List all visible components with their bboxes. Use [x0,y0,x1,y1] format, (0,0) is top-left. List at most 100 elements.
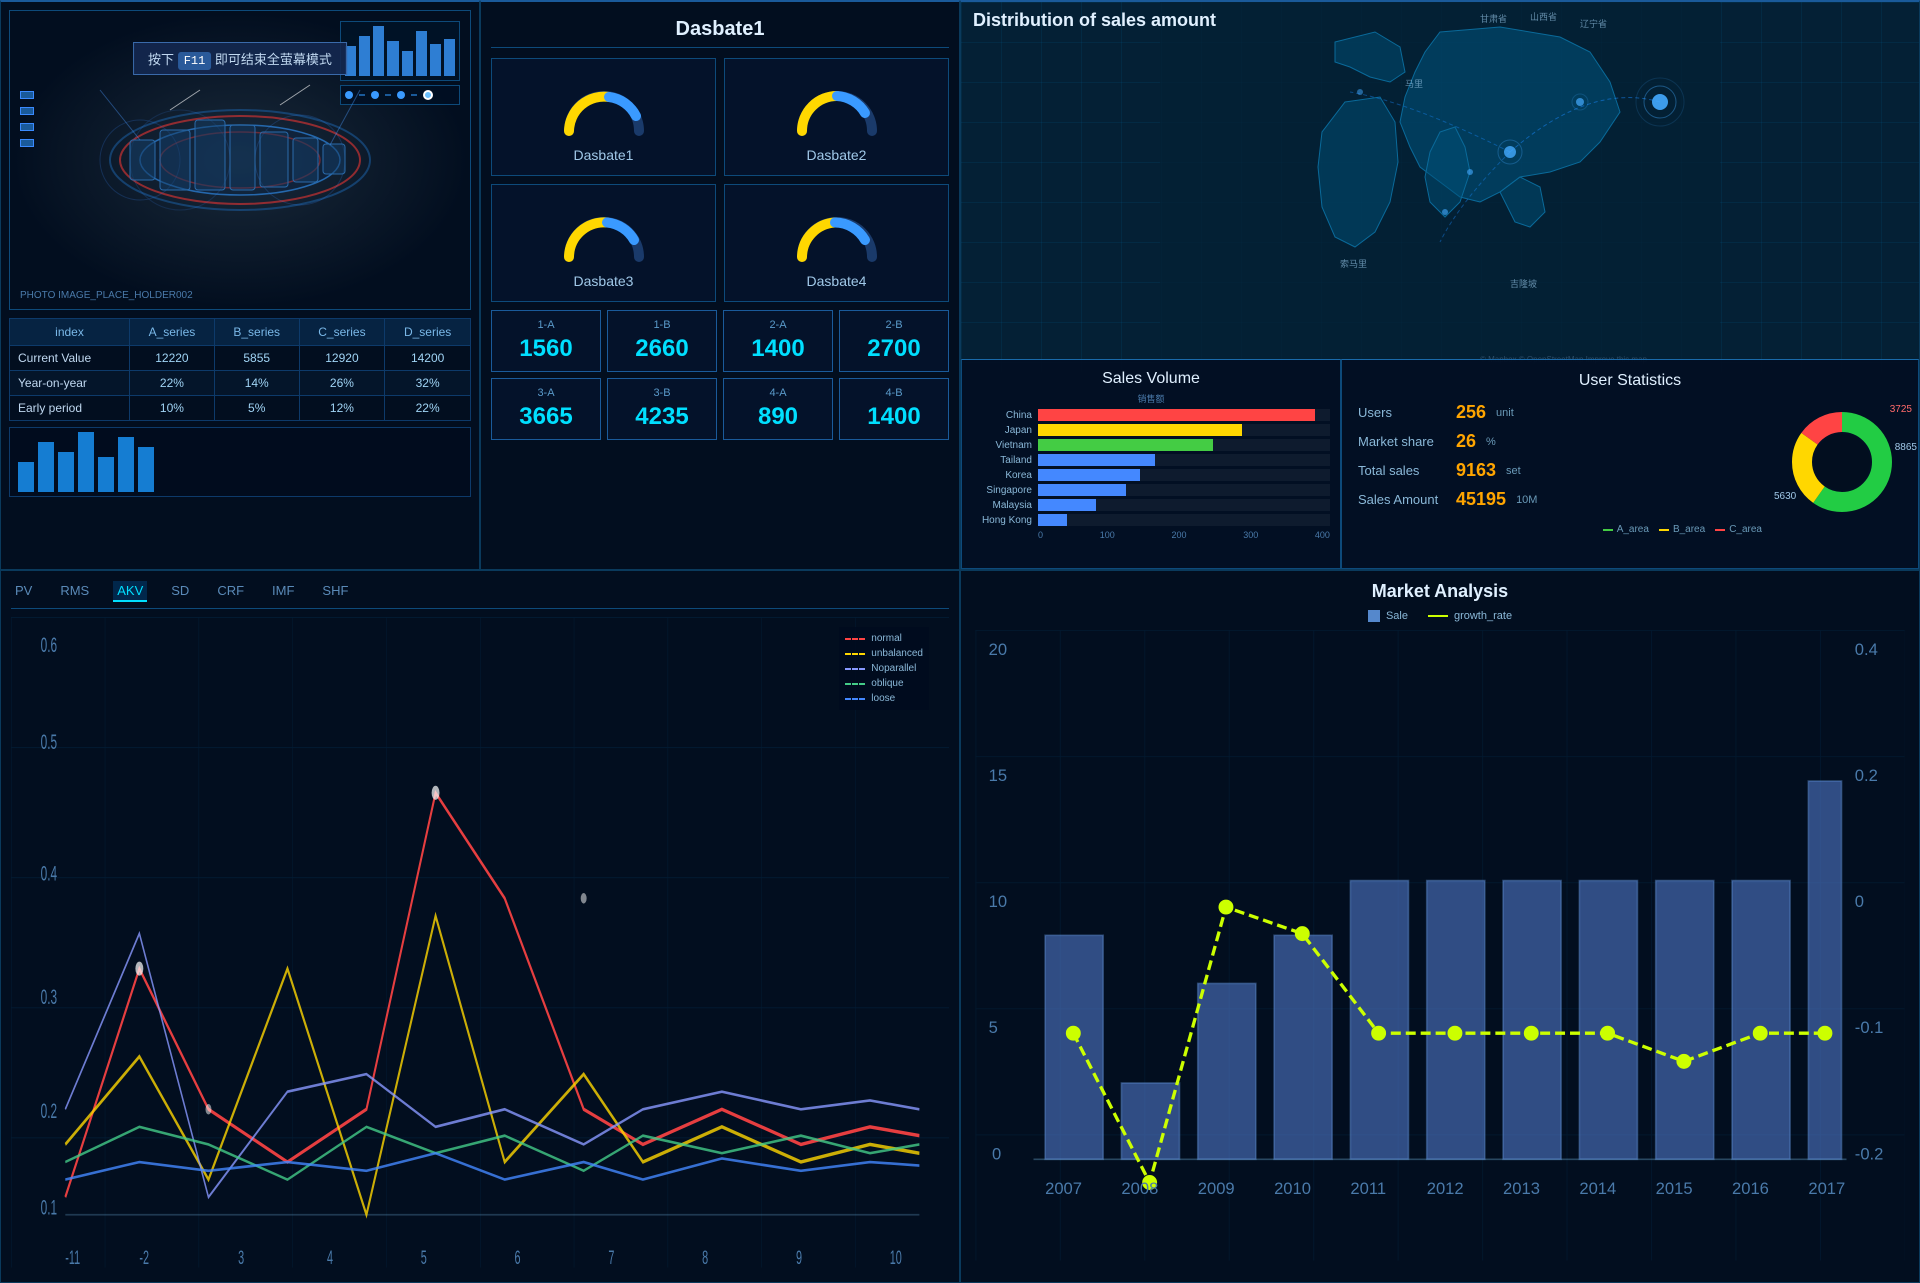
total-sales-value: 9163 [1456,460,1496,481]
bar-country-label: Japan [972,425,1032,436]
gauge-3-svg [554,197,654,267]
bar-fill [1038,424,1242,436]
svg-text:2007: 2007 [1045,1179,1082,1198]
market-legend: Sale growth_rate [971,610,1909,622]
waveform-tab-sd[interactable]: SD [167,581,193,602]
waveform-tab-rms[interactable]: RMS [56,581,93,602]
legend-oblique-icon [845,683,865,685]
cell-value: 1400 [730,335,826,363]
svg-text:0.2: 0.2 [1855,766,1878,785]
table-header-cell: C_series [299,319,385,346]
users-row: Users 256 unit [1358,402,1762,423]
h-bar-row: Korea [972,469,1330,481]
slider-controls [20,91,34,147]
waveform-chart-area: 0.6 0.5 0.4 0.3 0.2 0.1 [11,617,949,1268]
bar-track [1038,424,1330,436]
donut-chart-container: 3725 5630 8865 [1782,402,1902,522]
table-header-cell: D_series [385,319,471,346]
svg-text:-2: -2 [139,1248,149,1268]
dasbate-title: Dasbate1 [491,12,949,48]
dasbate-panel: Dasbate1 Dasbate1 [480,0,960,570]
h-bar-row: Vietnam [972,439,1330,451]
cell-value: 3665 [498,403,594,431]
bar [138,447,154,492]
bar-track [1038,454,1330,466]
svg-text:7: 7 [608,1248,614,1268]
svg-text:9: 9 [796,1248,802,1268]
waveform-tab-shf[interactable]: SHF [318,581,352,602]
bar-track [1038,409,1330,421]
svg-text:0: 0 [992,1144,1001,1163]
legend-oblique: oblique [845,678,923,689]
waveform-svg: 0.6 0.5 0.4 0.3 0.2 0.1 [11,617,949,1268]
growth-icon [1428,615,1448,617]
gauge-grid: Dasbate1 Dasbate2 Dasbate3 [491,58,949,302]
tab-bar[interactable]: PV RMS AKV SD CRF IMF SHF [11,581,949,609]
svg-text:0.6: 0.6 [41,634,57,657]
map-svg: 甘肃省 山西省 辽宁省 马里 索马里 吉隆坡 © Mapbox © OpenSt… [961,2,1919,372]
market-share-label: Market share [1358,434,1448,449]
waveform-tab-crf[interactable]: CRF [213,581,248,602]
machine-svg [80,50,400,270]
gauge-label-3: Dasbate3 [574,273,634,289]
table-cell: 12220 [130,346,215,371]
total-sales-unit: set [1506,465,1521,477]
stats-list: Users 256 unit Market share 26 % Total s… [1358,402,1762,535]
cell-label: 1-B [614,319,710,331]
table-row: Year-on-year22%14%26%32% [10,371,471,396]
bar-country-label: Vietnam [972,440,1032,451]
svg-text:-0.2: -0.2 [1855,1144,1884,1163]
slider-btn-4[interactable] [20,139,34,147]
slider-active-dot[interactable] [423,90,433,100]
waveform-tab-pv[interactable]: PV [11,581,36,602]
slider-btn-2[interactable] [20,107,34,115]
table-cell: 22% [130,371,215,396]
bar-track [1038,439,1330,451]
legend-normal-icon [845,638,865,640]
legend-b-icon [1659,529,1669,531]
waveform-tab-akv[interactable]: AKV [113,581,147,602]
cell-label: 3-A [498,387,594,399]
stats-legend: A_area B_area C_area [1358,524,1762,535]
table-row: Early period10%5%12%22% [10,396,471,421]
slider-btn-3[interactable] [20,123,34,131]
number-cell: 1-A 1560 [491,310,601,372]
cell-label: 4-B [846,387,942,399]
waveform-panel: PV RMS AKV SD CRF IMF SHF 0.6 0.5 0.4 0.3 0.2 … [0,570,960,1283]
market-share-value: 26 [1456,431,1476,452]
gauge-label-2: Dasbate2 [807,147,867,163]
slider-btn-1[interactable] [20,91,34,99]
donut-labels: 3725 5630 8865 [1782,402,1902,522]
table-cell: Year-on-year [10,371,130,396]
cell-value: 2700 [846,335,942,363]
h-bar-row: Singapore [972,484,1330,496]
svg-text:索马里: 索马里 [1340,258,1367,269]
sales-volume-section: Sales Volume 销售额 China Japan Vietnam Tai… [961,359,1341,569]
table-cell: 5855 [214,346,299,371]
number-cell: 2-A 1400 [723,310,833,372]
table-cell: Current Value [10,346,130,371]
svg-text:0.3: 0.3 [41,985,57,1008]
legend-b: B_area [1659,524,1705,535]
market-analysis-svg: 20 15 10 5 0 0.4 0.2 0 -0.1 -0.2 [971,630,1909,1261]
bar-fill [1038,484,1126,496]
gauge-4-svg [787,197,887,267]
svg-text:5: 5 [421,1248,427,1268]
map-panel: Distribution of sales amount [960,0,1920,570]
bar-axis: 0 100 200 300 400 [972,530,1330,540]
number-cell: 3-B 4235 [607,378,717,440]
svg-text:0.4: 0.4 [1855,640,1878,659]
table-header-cell: index [10,319,130,346]
bar-track [1038,469,1330,481]
number-cell: 1-B 2660 [607,310,717,372]
waveform-tab-imf[interactable]: IMF [268,581,298,602]
waveform-legend: normal unbalanced Noparallel oblique loo… [839,627,929,710]
legend-normal: normal [845,633,923,644]
machine-panel: PHOTO IMAGE_PLACE_HOLDER002 按下 F11 即可结束全… [0,0,480,570]
gauge-1-svg [554,71,654,141]
cell-label: 3-B [614,387,710,399]
bar-fill [1038,439,1213,451]
cell-value: 1400 [846,403,942,431]
table-cell: 26% [299,371,385,396]
svg-text:-11: -11 [65,1248,80,1268]
